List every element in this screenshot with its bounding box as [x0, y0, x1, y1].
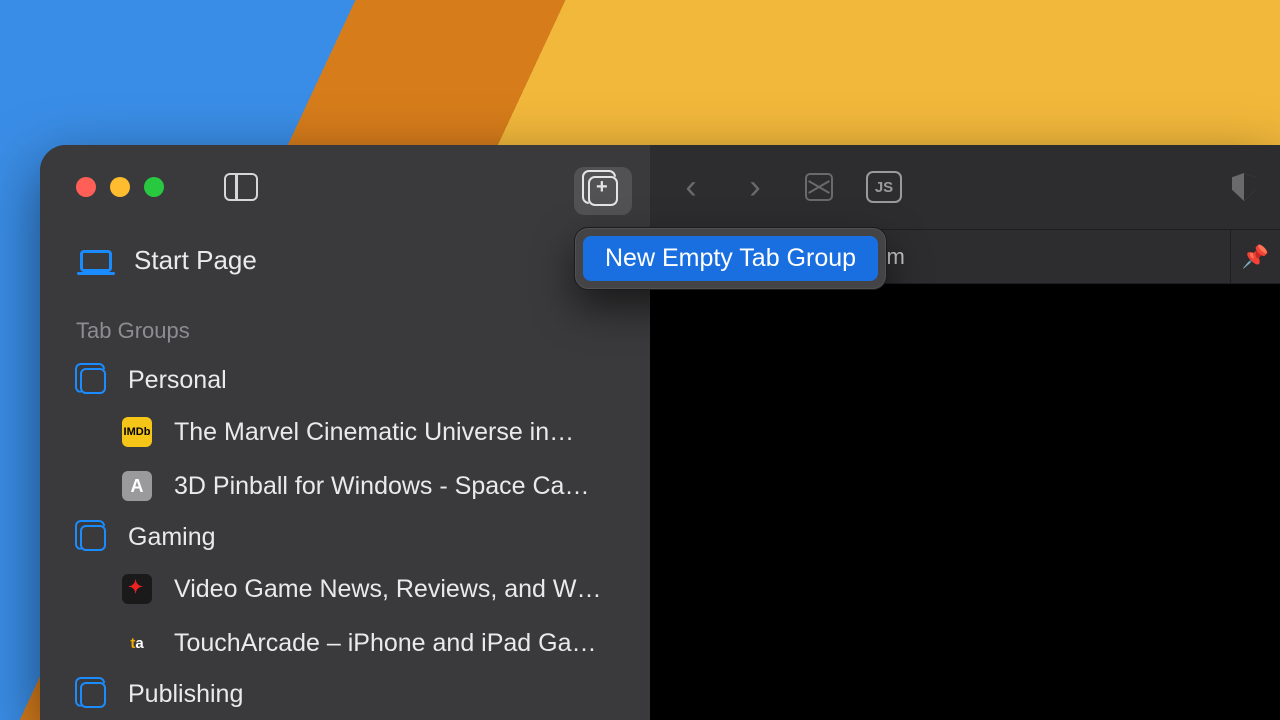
laptop-icon: [80, 250, 112, 272]
tab-group-icon: [80, 682, 106, 708]
web-content-area[interactable]: [650, 284, 1280, 720]
favicon-ign: [122, 574, 152, 604]
browser-window: Start Page Tab Groups Personal IMDb The …: [40, 145, 1280, 720]
pin-tab-button[interactable]: 📌: [1230, 230, 1280, 283]
tab-title-label: The Marvel Cinematic Universe in…: [174, 418, 574, 447]
group-label: Publishing: [128, 680, 243, 709]
zoom-window-button[interactable]: [144, 177, 164, 197]
tab-title-label: Video Game News, Reviews, and W…: [174, 575, 601, 604]
toggle-sidebar-button[interactable]: [224, 173, 258, 201]
cube-icon: [805, 173, 833, 201]
back-button[interactable]: ‹: [674, 170, 708, 204]
sidebar-tab-item[interactable]: Video Game News, Reviews, and W…: [40, 562, 650, 616]
sidebar-item-start-page[interactable]: Start Page: [40, 233, 650, 288]
plus-tabs-icon: [588, 176, 618, 206]
shield-icon: [1244, 173, 1256, 201]
titlebar: [40, 145, 650, 229]
sidebar-tab-item[interactable]: ta TouchArcade – iPhone and iPad Ga…: [40, 616, 650, 670]
forward-button[interactable]: ›: [738, 170, 772, 204]
tab-group-icon: [80, 525, 106, 551]
tab-title-label: 3D Pinball for Windows - Space Ca…: [174, 472, 589, 501]
tab-group-icon: [80, 368, 106, 394]
close-window-button[interactable]: [76, 177, 96, 197]
ar-quicklook-button[interactable]: [802, 170, 836, 204]
sidebar-tab-item[interactable]: IMDb The Marvel Cinematic Universe in…: [40, 405, 650, 459]
new-tab-group-button[interactable]: [574, 167, 632, 215]
menu-item-label: New Empty Tab Group: [605, 244, 856, 272]
sidebar: Start Page Tab Groups Personal IMDb The …: [40, 145, 650, 720]
sidebar-item-group-gaming[interactable]: Gaming: [40, 513, 650, 562]
favicon-imdb: IMDb: [122, 417, 152, 447]
privacy-shield-button[interactable]: [1232, 173, 1256, 201]
favicon-generic-a: A: [122, 471, 152, 501]
window-controls: [76, 177, 164, 197]
javascript-toggle-button[interactable]: JS: [866, 171, 902, 203]
menu-item-new-empty-tab-group[interactable]: New Empty Tab Group: [583, 236, 878, 281]
sidebar-content: Start Page Tab Groups Personal IMDb The …: [40, 229, 650, 719]
group-label: Gaming: [128, 523, 216, 552]
sidebar-item-group-publishing[interactable]: Publishing: [40, 670, 650, 719]
minimize-window-button[interactable]: [110, 177, 130, 197]
sidebar-section-label: Tab Groups: [40, 288, 650, 356]
toolbar: ‹ › JS: [650, 145, 1280, 229]
start-page-label: Start Page: [134, 245, 257, 276]
new-tab-group-menu: New Empty Tab Group: [574, 227, 887, 290]
js-label: JS: [875, 179, 893, 196]
tab-title-label: TouchArcade – iPhone and iPad Ga…: [174, 629, 597, 658]
sidebar-tab-item[interactable]: A 3D Pinball for Windows - Space Ca…: [40, 459, 650, 513]
group-label: Personal: [128, 366, 227, 395]
sidebar-item-group-personal[interactable]: Personal: [40, 356, 650, 405]
favicon-toucharcade: ta: [122, 628, 152, 658]
